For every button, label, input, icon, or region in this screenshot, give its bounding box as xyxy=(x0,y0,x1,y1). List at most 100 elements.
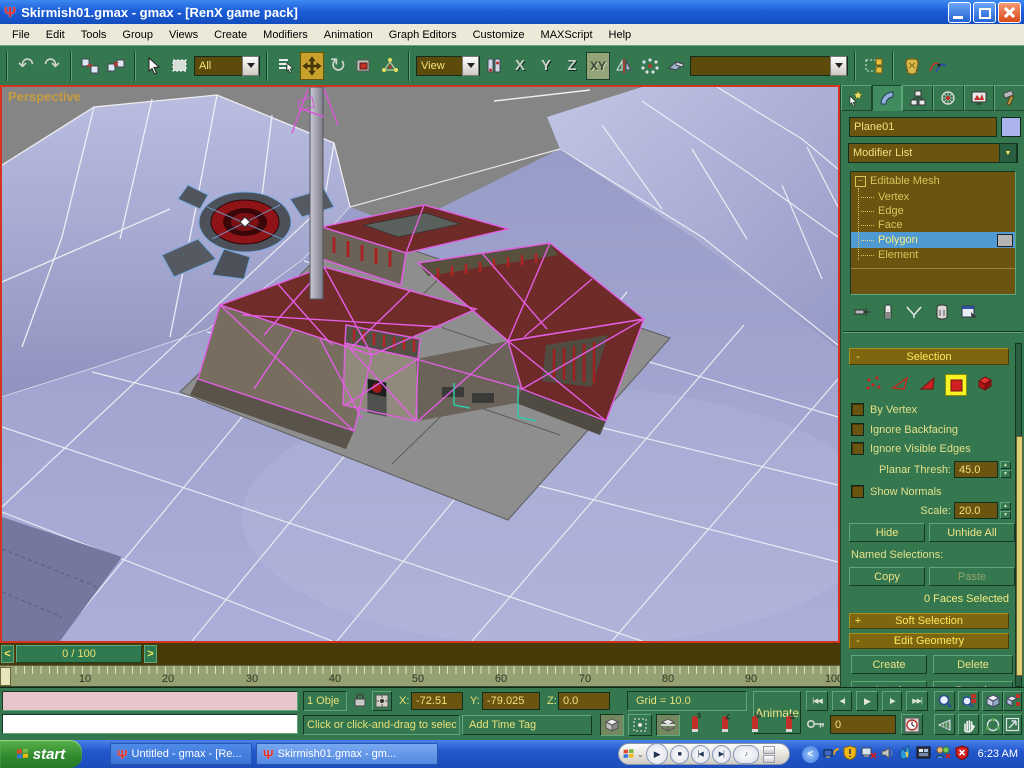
percent-snap-icon[interactable]: % xyxy=(752,716,758,731)
modifier-list-dropdown[interactable]: Modifier List ▼ xyxy=(848,143,1018,163)
go-to-start-icon[interactable]: |◀◀ xyxy=(806,691,828,711)
pin-stack-icon[interactable] xyxy=(853,305,871,322)
soft-selection-rollout-header[interactable]: + Soft Selection xyxy=(849,613,1009,629)
edge-subobject-icon[interactable] xyxy=(891,375,910,395)
select-and-move-icon[interactable] xyxy=(300,52,324,80)
hierarchy-tab-icon[interactable] xyxy=(902,85,933,111)
play-animation-icon[interactable]: ▶ xyxy=(856,691,878,711)
menu-graph-editors[interactable]: Graph Editors xyxy=(381,26,465,44)
zoom-icon[interactable] xyxy=(934,691,955,711)
show-end-result-icon[interactable] xyxy=(883,304,893,323)
reference-coordsys-dropdown[interactable]: View xyxy=(416,56,480,76)
title-bar[interactable]: Ψ Skirmish01.gmax - gmax - [RenX game pa… xyxy=(0,0,1024,24)
checkbox-box[interactable] xyxy=(851,423,864,436)
unlink-selection-icon[interactable] xyxy=(104,52,128,80)
create-tab-icon[interactable] xyxy=(841,85,872,111)
time-slider-handle[interactable] xyxy=(0,667,11,686)
motion-tab-icon[interactable] xyxy=(933,85,964,111)
perspective-viewport[interactable]: Perspective xyxy=(0,85,840,643)
selection-brackets-icon[interactable] xyxy=(628,714,652,736)
object-color-swatch[interactable] xyxy=(1001,117,1021,137)
spinner-snap-icon[interactable]: ⇅ xyxy=(786,716,792,731)
dropdown-arrow-icon[interactable]: ▼ xyxy=(999,143,1017,163)
menu-tools[interactable]: Tools xyxy=(73,26,115,44)
security-center-shield-icon[interactable] xyxy=(955,745,969,763)
degradation-override-icon[interactable] xyxy=(600,714,624,736)
paste-button[interactable]: Paste xyxy=(929,567,1015,586)
menu-maxscript[interactable]: MAXScript xyxy=(533,26,601,44)
zoom-extents-all-icon[interactable] xyxy=(1003,691,1022,711)
menu-edit[interactable]: Edit xyxy=(38,26,73,44)
named-selection-set-dropdown[interactable] xyxy=(690,56,848,76)
frame-back-icon[interactable]: < xyxy=(1,645,14,663)
deskband-handle[interactable] xyxy=(763,746,775,763)
render-icon[interactable] xyxy=(900,52,924,80)
utilities-tab-icon[interactable] xyxy=(994,85,1024,111)
stack-row-face[interactable]: Face xyxy=(851,218,1015,232)
selection-rollout-header[interactable]: - Selection xyxy=(849,348,1009,365)
restrict-y-icon[interactable]: Y xyxy=(534,52,558,80)
stack-row-element[interactable]: Element xyxy=(851,248,1015,262)
viewport-label[interactable]: Perspective xyxy=(8,89,81,104)
stack-onoff-icon[interactable] xyxy=(997,234,1013,247)
vertex-subobject-icon[interactable] xyxy=(865,375,882,395)
align-icon[interactable] xyxy=(664,52,688,80)
hide-tray-icons-icon[interactable]: < xyxy=(802,746,819,763)
arc-rotate-icon[interactable] xyxy=(982,714,1003,735)
time-slider[interactable]: 0 / 100 xyxy=(16,645,142,663)
angle-snap-icon[interactable]: ∠ xyxy=(722,716,728,731)
select-by-name-icon[interactable] xyxy=(274,52,298,80)
task-skirmish01-gmax-active[interactable]: Ψ Skirmish01.gmax - gm... xyxy=(256,743,438,765)
maxscript-mini-listener-white[interactable] xyxy=(2,714,298,734)
panel-scrollbar[interactable] xyxy=(1015,343,1022,687)
panel-scrollbar-thumb[interactable] xyxy=(1016,436,1023,676)
close-button[interactable] xyxy=(998,2,1021,23)
scale-spinner[interactable]: ▲▼ xyxy=(1000,502,1011,519)
scale-field[interactable]: 20.0 xyxy=(954,502,998,519)
menu-modifiers[interactable]: Modifiers xyxy=(255,26,316,44)
frame-forward-icon[interactable]: > xyxy=(144,645,157,663)
ignore-backfacing-checkbox[interactable]: Ignore Backfacing xyxy=(851,423,958,436)
stack-row-editable-mesh[interactable]: − Editable Mesh xyxy=(851,172,1015,190)
menu-customize[interactable]: Customize xyxy=(465,26,533,44)
copy-button[interactable]: Copy xyxy=(849,567,925,586)
face-subobject-icon[interactable] xyxy=(919,375,936,395)
select-and-link-icon[interactable] xyxy=(78,52,102,80)
task-untitled-gmax[interactable]: Ψ Untitled - gmax - [Re... xyxy=(110,743,252,765)
go-to-end-icon[interactable]: ▶▶| xyxy=(906,691,928,711)
planar-thresh-field[interactable]: 45.0 xyxy=(954,461,998,478)
array-icon[interactable] xyxy=(638,52,662,80)
snap-toggle-3d-icon[interactable]: 3 xyxy=(692,716,698,731)
minimize-button[interactable] xyxy=(948,2,971,23)
restrict-z-icon[interactable]: Z xyxy=(560,52,584,80)
object-name-field[interactable]: Plane01 xyxy=(849,117,997,137)
dropdown-arrow-icon[interactable] xyxy=(242,56,259,76)
user-accounts-alert-icon[interactable] xyxy=(935,745,951,763)
key-mode-icon[interactable] xyxy=(806,718,826,733)
x-coordinate-field[interactable]: -72.51 xyxy=(411,692,463,710)
menu-views[interactable]: Views xyxy=(161,26,206,44)
messenger-icon[interactable] xyxy=(898,745,912,763)
viewport-canvas[interactable] xyxy=(2,87,838,641)
element-subobject-icon[interactable] xyxy=(976,375,994,395)
hide-button[interactable]: Hide xyxy=(849,523,925,542)
time-configuration-icon[interactable] xyxy=(901,714,923,735)
dropdown-arrow-icon[interactable] xyxy=(830,56,847,76)
deskband-chevron-icon[interactable]: ⌄ xyxy=(637,750,644,759)
absolute-offset-mode-icon[interactable] xyxy=(372,691,392,711)
network-status-icon[interactable] xyxy=(823,745,839,763)
ignore-visible-edges-checkbox[interactable]: Ignore Visible Edges xyxy=(851,442,971,455)
selection-filter-dropdown[interactable]: All xyxy=(194,56,260,76)
create-button[interactable]: Create xyxy=(851,655,927,674)
remove-modifier-icon[interactable] xyxy=(935,304,949,323)
named-selection-icon[interactable] xyxy=(862,52,886,80)
network-disconnected-icon[interactable] xyxy=(861,745,877,763)
menu-file[interactable]: File xyxy=(4,26,38,44)
add-time-tag-button[interactable]: Add Time Tag xyxy=(462,715,592,735)
y-coordinate-field[interactable]: -79.025 xyxy=(482,692,540,710)
edit-geometry-rollout-header[interactable]: - Edit Geometry xyxy=(849,633,1009,649)
zoom-extents-icon[interactable] xyxy=(982,691,1003,711)
wmp-next-button[interactable]: ▶| xyxy=(712,745,731,764)
next-frame-icon[interactable]: |▶ xyxy=(882,691,902,711)
display-tab-icon[interactable] xyxy=(964,85,995,111)
